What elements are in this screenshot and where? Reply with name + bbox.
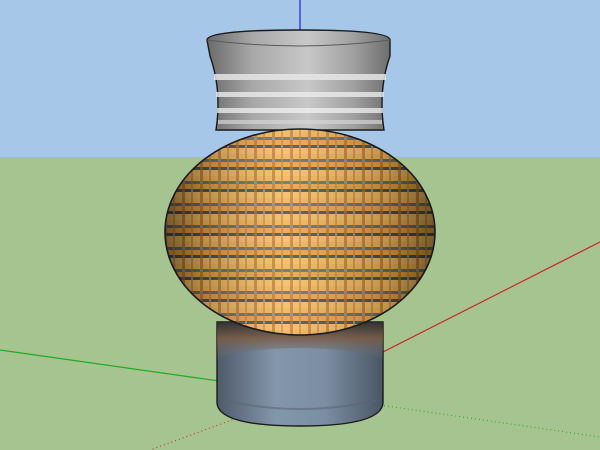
model-viewport[interactable] <box>0 0 600 450</box>
vase-foot[interactable] <box>216 321 384 427</box>
vase-neck[interactable] <box>206 29 391 131</box>
scene-canvas[interactable] <box>0 0 600 450</box>
